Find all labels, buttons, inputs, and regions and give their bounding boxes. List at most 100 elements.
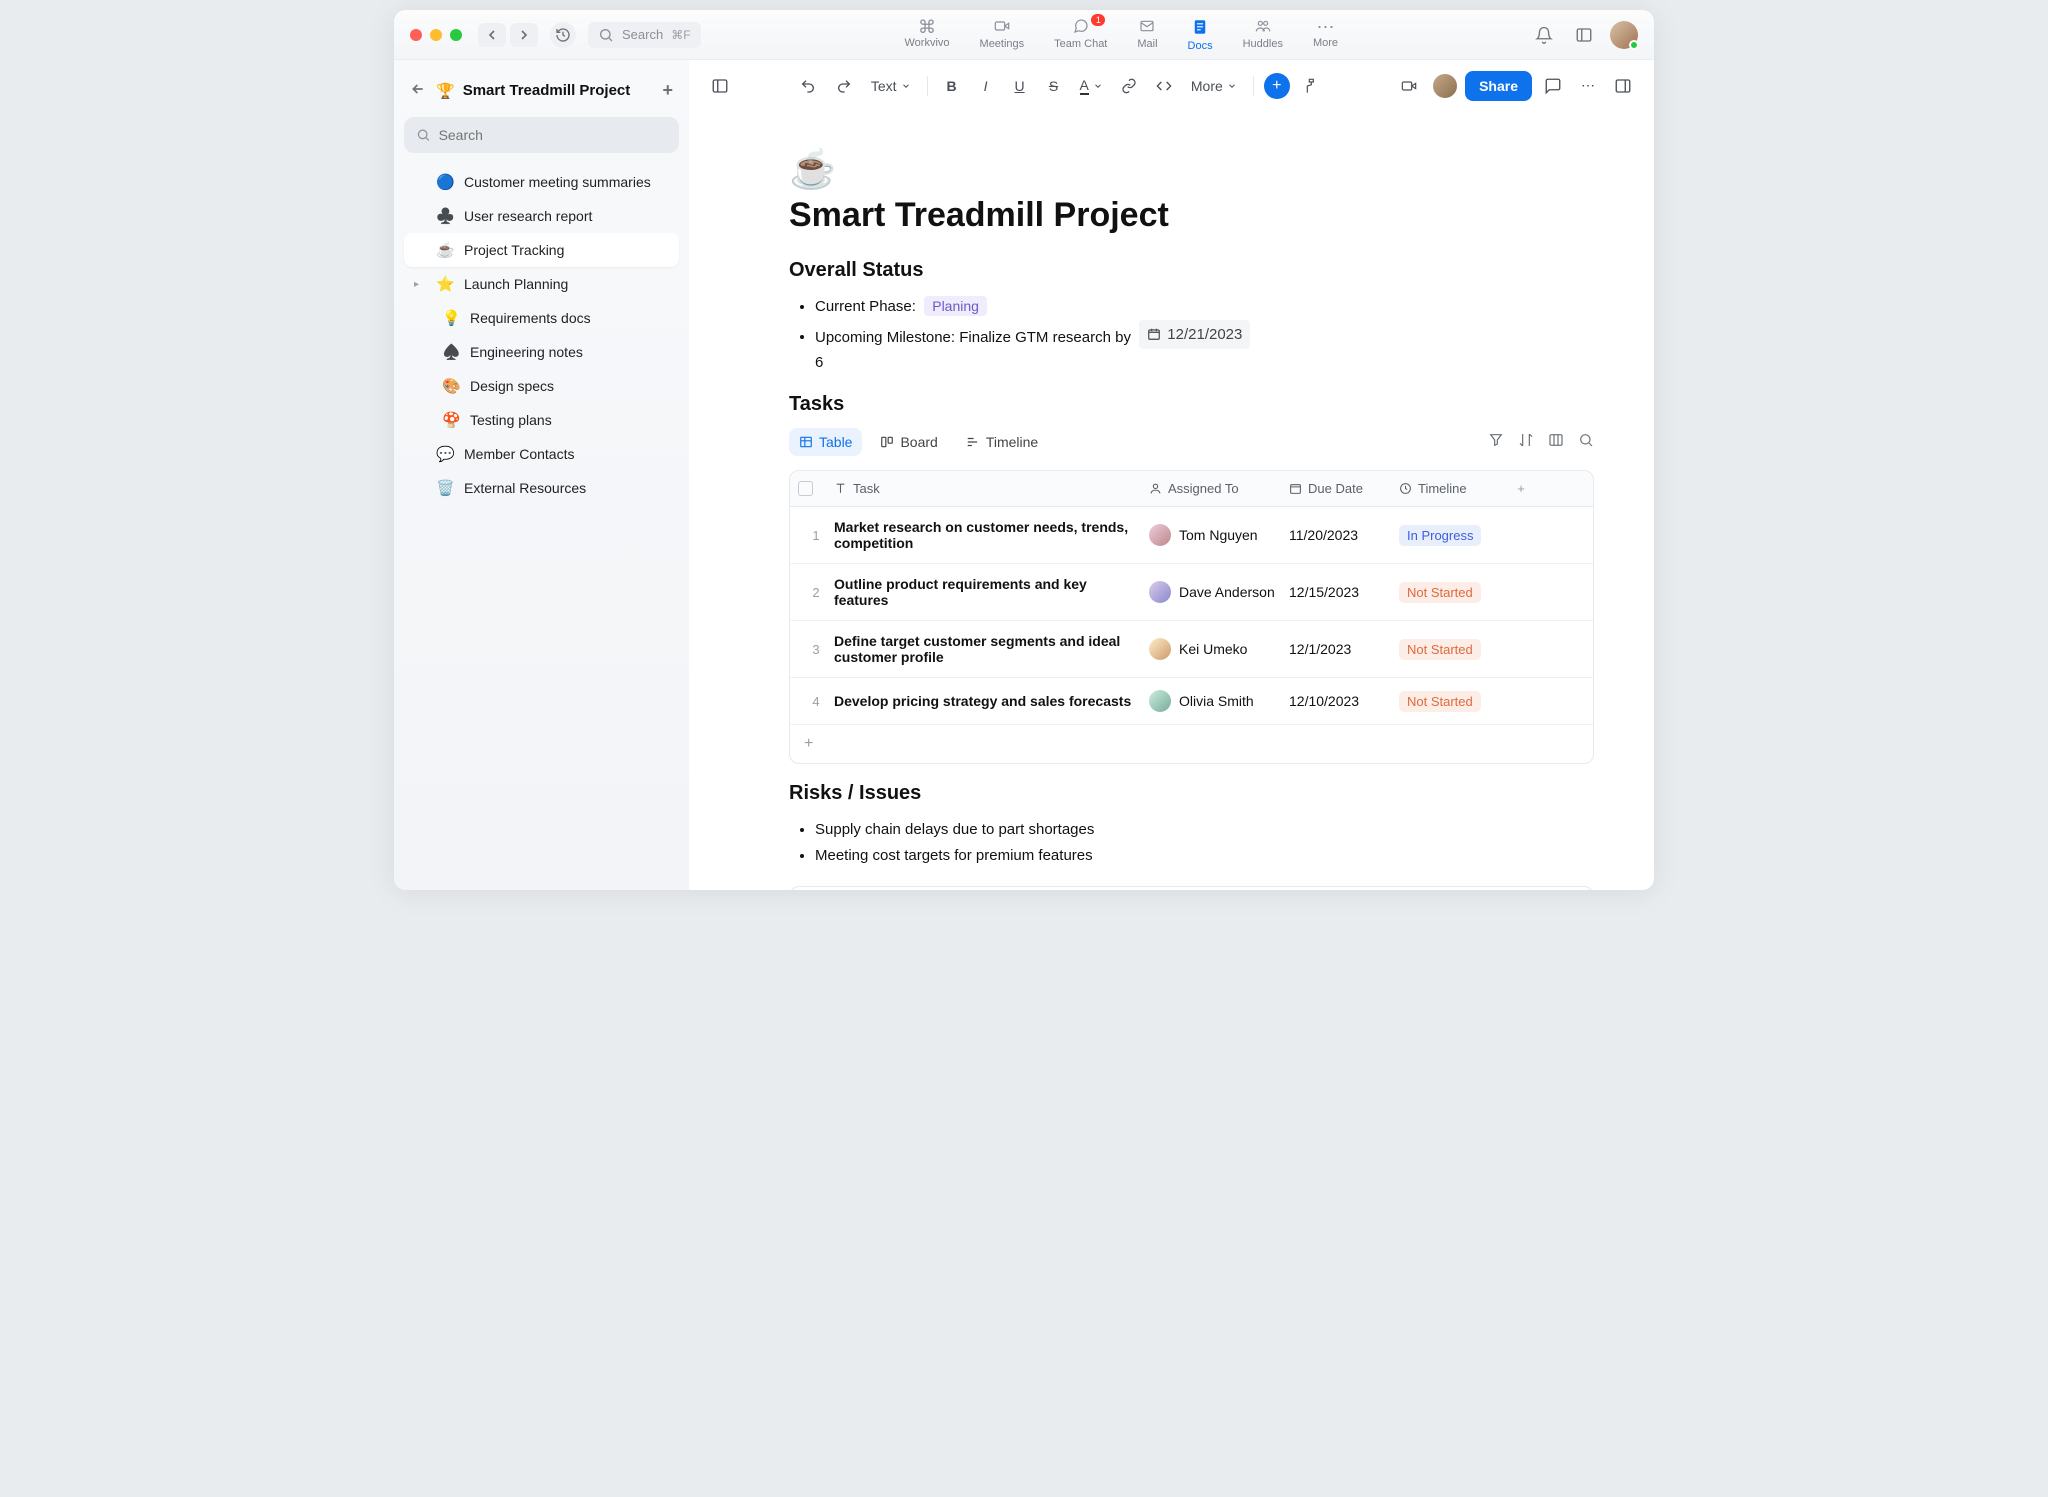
task-cell[interactable]: Define target customer segments and idea…	[834, 633, 1149, 665]
select-all-checkbox[interactable]	[798, 481, 813, 496]
status-cell[interactable]: Not Started	[1399, 691, 1509, 712]
comments-button[interactable]	[1538, 71, 1568, 101]
view-tab-timeline[interactable]: Timeline	[956, 428, 1048, 456]
sidebar-search[interactable]	[404, 117, 679, 153]
columns-button[interactable]	[1548, 432, 1564, 453]
text-style-dropdown[interactable]: Text	[865, 71, 917, 101]
nav-team-chat[interactable]: 1 Team Chat	[1054, 18, 1107, 52]
milestone-date-chip[interactable]: 12/21/2023	[1139, 320, 1250, 350]
link-button[interactable]	[1115, 71, 1143, 101]
nav-meetings[interactable]: Meetings	[980, 18, 1025, 52]
sidebar-add-button[interactable]: +	[662, 80, 673, 101]
sidebar-item[interactable]: ▸⭐Launch Planning	[404, 267, 679, 301]
phase-tag[interactable]: Planing	[924, 296, 987, 316]
titlebar: Search ⌘F ⌘ Workvivo Meetings 1 Team Cha…	[394, 10, 1654, 60]
task-cell[interactable]: Outline product requirements and key fea…	[834, 576, 1149, 608]
add-column-button[interactable]: +	[1509, 481, 1533, 496]
doc-more-button[interactable]: ⋯	[1574, 71, 1602, 101]
document-body[interactable]: ☕ Smart Treadmill Project Overall Status…	[689, 112, 1654, 890]
format-paint-button[interactable]	[1296, 71, 1324, 101]
italic-button[interactable]: I	[972, 71, 1000, 101]
assignee-cell[interactable]: Kei Umeko	[1149, 638, 1289, 660]
tasks-table: Task Assigned To Due Date Timeline	[789, 470, 1594, 764]
col-assigned[interactable]: Assigned To	[1149, 481, 1289, 496]
due-date-cell[interactable]: 12/1/2023	[1289, 641, 1399, 657]
sidebar-toggle-button[interactable]	[1570, 21, 1598, 49]
status-cell[interactable]: Not Started	[1399, 582, 1509, 603]
table-row[interactable]: 3Define target customer segments and ide…	[790, 621, 1593, 678]
sidebar-item[interactable]: 💡Requirements docs	[404, 301, 679, 335]
redo-button[interactable]	[829, 71, 859, 101]
insert-button[interactable]: +	[1264, 73, 1290, 99]
filter-button[interactable]	[1488, 432, 1504, 453]
sidebar-item[interactable]: ☕Project Tracking	[404, 233, 679, 267]
nav-back-button[interactable]	[478, 23, 506, 47]
sidebar-item[interactable]: 🎨Design specs	[404, 369, 679, 403]
nav-huddles[interactable]: Huddles	[1243, 18, 1283, 52]
completed-items-section[interactable]: 📦 Completed Items	[789, 886, 1594, 890]
item-label: Requirements docs	[470, 310, 591, 326]
task-cell[interactable]: Market research on customer needs, trend…	[834, 519, 1149, 551]
nav-workvivo[interactable]: ⌘ Workvivo	[905, 18, 950, 52]
minimize-window[interactable]	[430, 29, 442, 41]
nav-docs[interactable]: Docs	[1188, 18, 1213, 52]
due-date-cell[interactable]: 12/15/2023	[1289, 584, 1399, 600]
history-button[interactable]	[550, 22, 576, 48]
toggle-left-panel[interactable]	[705, 71, 735, 101]
assignee-cell[interactable]: Olivia Smith	[1149, 690, 1289, 712]
sidebar-back-button[interactable]	[410, 81, 428, 101]
sidebar-header: 🏆 Smart Treadmill Project +	[404, 72, 679, 117]
underline-button[interactable]: U	[1006, 71, 1034, 101]
sidebar-item[interactable]: ♣️User research report	[404, 199, 679, 233]
view-tab-board[interactable]: Board	[870, 428, 947, 456]
col-task[interactable]: Task	[834, 481, 1149, 496]
user-avatar[interactable]	[1610, 21, 1638, 49]
table-row[interactable]: 2Outline product requirements and key fe…	[790, 564, 1593, 621]
undo-button[interactable]	[793, 71, 823, 101]
view-tab-table[interactable]: Table	[789, 428, 862, 456]
maximize-window[interactable]	[450, 29, 462, 41]
sidebar-item[interactable]: 🔵Customer meeting summaries	[404, 165, 679, 199]
status-cell[interactable]: Not Started	[1399, 639, 1509, 660]
nav-forward-button[interactable]	[510, 23, 538, 47]
app-window: Search ⌘F ⌘ Workvivo Meetings 1 Team Cha…	[394, 10, 1654, 890]
milestone-label: Upcoming Milestone: Finalize GTM researc…	[815, 328, 1131, 345]
status-cell[interactable]: In Progress	[1399, 525, 1509, 546]
nav-mail[interactable]: Mail	[1137, 18, 1157, 52]
col-due[interactable]: Due Date	[1289, 481, 1399, 496]
text-color-dropdown[interactable]: A	[1074, 71, 1109, 101]
due-date-cell[interactable]: 11/20/2023	[1289, 527, 1399, 543]
item-label: Project Tracking	[464, 242, 564, 258]
bold-button[interactable]: B	[938, 71, 966, 101]
table-row[interactable]: 4Develop pricing strategy and sales fore…	[790, 678, 1593, 724]
more-formatting-dropdown[interactable]: More	[1185, 71, 1243, 101]
notifications-button[interactable]	[1530, 21, 1558, 49]
col-timeline[interactable]: Timeline	[1399, 481, 1509, 496]
start-video-button[interactable]	[1393, 71, 1425, 101]
sidebar-search-input[interactable]	[439, 127, 667, 143]
search-tasks-button[interactable]	[1578, 432, 1594, 453]
sidebar-item[interactable]: 🍄Testing plans	[404, 403, 679, 437]
assignee-cell[interactable]: Dave Anderson	[1149, 581, 1289, 603]
sidebar-item[interactable]: ♠️Engineering notes	[404, 335, 679, 369]
document-title[interactable]: Smart Treadmill Project	[789, 196, 1594, 235]
global-search[interactable]: Search ⌘F	[588, 22, 701, 48]
collaborator-avatar[interactable]	[1431, 72, 1459, 100]
sidebar-item[interactable]: 💬Member Contacts	[404, 437, 679, 471]
table-row[interactable]: 1Market research on customer needs, tren…	[790, 507, 1593, 564]
close-window[interactable]	[410, 29, 422, 41]
add-row-button[interactable]: +	[790, 724, 1593, 763]
sidebar-item[interactable]: 🗑️External Resources	[404, 471, 679, 505]
strikethrough-button[interactable]: S	[1040, 71, 1068, 101]
text-icon	[834, 482, 847, 495]
task-cell[interactable]: Develop pricing strategy and sales forec…	[834, 693, 1149, 709]
trophy-icon: 🏆	[436, 82, 455, 100]
assignee-avatar	[1149, 581, 1171, 603]
assignee-cell[interactable]: Tom Nguyen	[1149, 524, 1289, 546]
due-date-cell[interactable]: 12/10/2023	[1289, 693, 1399, 709]
nav-more[interactable]: ⋯ More	[1313, 18, 1338, 52]
share-button[interactable]: Share	[1465, 71, 1532, 101]
sort-button[interactable]	[1518, 432, 1534, 453]
code-button[interactable]	[1149, 71, 1179, 101]
toggle-right-panel[interactable]	[1608, 71, 1638, 101]
